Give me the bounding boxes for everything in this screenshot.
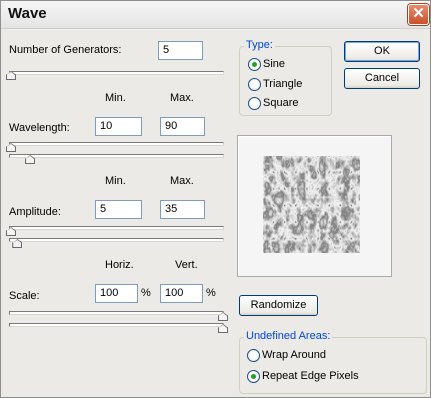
title-bar[interactable]: Wave ✕ xyxy=(1,1,430,29)
repeat-edge-pixels-label[interactable]: Repeat Edge Pixels xyxy=(262,370,359,382)
type-sine-label[interactable]: Sine xyxy=(263,58,285,70)
amplitude-max-slider-track[interactable] xyxy=(9,238,224,242)
dialog-title: Wave xyxy=(8,5,47,22)
type-square-label[interactable]: Square xyxy=(263,97,298,109)
amplitude-min-input[interactable]: 5 xyxy=(95,200,142,219)
generators-input[interactable]: 5 xyxy=(158,41,203,60)
amplitude-label: Amplitude: xyxy=(9,206,61,218)
wavelength-label: Wavelength: xyxy=(9,122,70,134)
scale-horiz-input[interactable]: 100 xyxy=(95,284,138,303)
generators-slider-track[interactable] xyxy=(9,71,224,75)
generators-label: Number of Generators: xyxy=(9,44,122,56)
scale-horiz-percent: % xyxy=(141,287,151,299)
wrap-around-radio[interactable] xyxy=(247,349,260,362)
horiz-header: Horiz. xyxy=(105,259,134,271)
wavelength-max-input[interactable]: 90 xyxy=(160,117,205,136)
undefined-areas-group xyxy=(239,337,427,394)
min-header-2: Min. xyxy=(105,175,126,187)
randomize-button[interactable]: Randomize xyxy=(239,295,318,316)
amplitude-min-slider-track[interactable] xyxy=(9,226,224,230)
scale-vert-slider-track[interactable] xyxy=(9,323,224,327)
vert-header: Vert. xyxy=(175,259,198,271)
amplitude-max-input[interactable]: 35 xyxy=(160,200,205,219)
scale-label: Scale: xyxy=(9,290,40,302)
max-header-2: Max. xyxy=(170,175,194,187)
type-triangle-label[interactable]: Triangle xyxy=(263,78,302,90)
wave-preview-image xyxy=(263,156,360,253)
wrap-around-label[interactable]: Wrap Around xyxy=(262,349,326,361)
wavelength-min-slider-track[interactable] xyxy=(9,142,224,146)
undefined-areas-legend: Undefined Areas: xyxy=(244,330,333,342)
type-sine-radio[interactable] xyxy=(248,58,261,71)
type-triangle-radio[interactable] xyxy=(248,78,261,91)
min-header: Min. xyxy=(105,92,126,104)
max-header: Max. xyxy=(170,92,194,104)
close-icon[interactable]: ✕ xyxy=(408,4,429,25)
scale-vert-percent: % xyxy=(206,287,216,299)
wave-dialog: Wave ✕ Number of Generators: 5 Min. Max.… xyxy=(0,0,431,398)
type-square-radio[interactable] xyxy=(248,97,261,110)
cancel-button[interactable]: Cancel xyxy=(344,68,420,89)
wavelength-min-input[interactable]: 10 xyxy=(95,117,142,136)
scale-horiz-slider-track[interactable] xyxy=(9,311,224,315)
repeat-edge-pixels-radio[interactable] xyxy=(247,370,260,383)
wavelength-max-slider-track[interactable] xyxy=(9,154,224,158)
ok-button[interactable]: OK xyxy=(344,41,420,62)
scale-vert-input[interactable]: 100 xyxy=(160,284,203,303)
type-legend: Type: xyxy=(244,39,275,51)
